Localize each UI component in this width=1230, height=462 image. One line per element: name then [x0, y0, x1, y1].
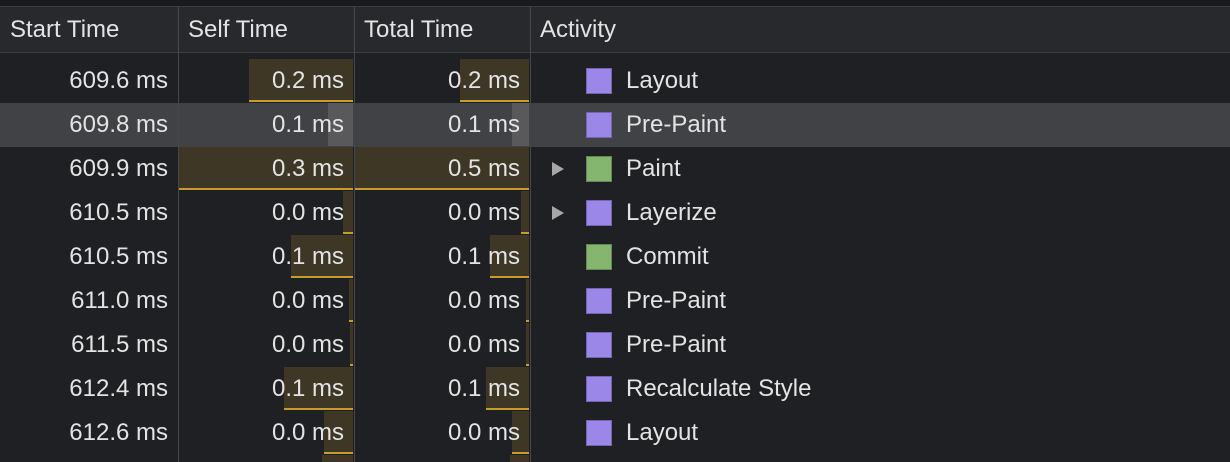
self-time-cell: 0.2 ms	[179, 59, 354, 103]
start-time-cell: 611.5 ms	[71, 331, 168, 358]
column-header-total-time[interactable]: Total Time	[354, 7, 530, 52]
self-time-cell: 0.0 ms	[179, 323, 354, 367]
self-time-value: 0.0 ms	[271, 287, 344, 314]
expand-arrow-icon[interactable]	[552, 206, 564, 220]
total-time-value: 0.1 ms	[447, 111, 520, 138]
total-time-cell: 0.1 ms	[355, 235, 530, 279]
total-time-value: 0.1 ms	[447, 243, 520, 270]
total-time-cell: 0.5 ms	[355, 147, 530, 191]
table-row[interactable]: 609.6 ms 0.2 ms 0.2 ms Layout	[0, 59, 1230, 103]
activity-name: Commit	[626, 243, 709, 270]
self-time-cell: 0.0 ms	[179, 191, 354, 235]
activity-name: Layerize	[626, 199, 717, 226]
start-time-cell: 611.0 ms	[71, 287, 168, 314]
self-time-value: 0.2 ms	[271, 67, 344, 94]
self-time-value: 0.1 ms	[271, 375, 344, 402]
total-time-cell: 0.0 ms	[355, 279, 530, 323]
self-time-cell: 0.3 ms	[179, 147, 354, 191]
self-time-value: 0.3 ms	[271, 155, 344, 182]
total-time-value: 0.1 ms	[447, 375, 520, 402]
total-time-cell: 0.0 ms	[355, 191, 530, 235]
self-time-cell: 0.0 ms	[179, 411, 354, 455]
start-time-cell: 609.8 ms	[69, 111, 168, 138]
expand-arrow-icon[interactable]	[552, 162, 564, 176]
rendering-category-swatch-icon	[586, 288, 612, 314]
rendering-category-swatch-icon	[586, 420, 612, 446]
table-body: 609.6 ms 0.2 ms 0.2 ms Layout 609.8 ms 0.1 ms…	[0, 59, 1230, 455]
total-time-value: 0.0 ms	[447, 419, 520, 446]
start-time-cell: 609.6 ms	[69, 67, 168, 94]
column-divider[interactable]	[178, 7, 179, 462]
start-time-cell: 610.5 ms	[69, 199, 168, 226]
activity-name: Pre-Paint	[626, 287, 727, 314]
bottom-up-table: Start Time Self Time Total Time Activity…	[0, 0, 1230, 462]
self-time-cell: 0.0 ms	[179, 279, 354, 323]
total-time-cell: 0.2 ms	[355, 59, 530, 103]
self-time-value: 0.0 ms	[271, 199, 344, 226]
total-time-value: 0.0 ms	[447, 287, 520, 314]
total-time-cell: 0.1 ms	[355, 103, 530, 147]
column-header-activity[interactable]: Activity	[530, 7, 1230, 52]
rendering-category-swatch-icon	[586, 376, 612, 402]
total-time-value: 0.5 ms	[447, 155, 520, 182]
table-row[interactable]: 610.5 ms 0.1 ms 0.1 ms Commit	[0, 235, 1230, 279]
column-divider[interactable]	[530, 7, 531, 462]
rendering-category-swatch-icon	[586, 332, 612, 358]
painting-category-swatch-icon	[586, 156, 612, 182]
self-time-value: 0.1 ms	[271, 243, 344, 270]
total-time-cell: 0.1 ms	[355, 367, 530, 411]
total-time-cell: 0.0 ms	[355, 323, 530, 367]
start-time-cell: 612.4 ms	[69, 375, 168, 402]
column-divider[interactable]	[354, 7, 355, 462]
total-time-value: 0.2 ms	[447, 67, 520, 94]
rendering-category-swatch-icon	[586, 200, 612, 226]
activity-name: Pre-Paint	[626, 111, 727, 138]
rendering-category-swatch-icon	[586, 68, 612, 94]
table-row[interactable]: 609.9 ms 0.3 ms 0.5 ms Paint	[0, 147, 1230, 191]
self-time-cell: 0.1 ms	[179, 235, 354, 279]
panel-top-border	[0, 0, 1230, 7]
activity-name: Paint	[626, 155, 681, 182]
self-time-bar-partial	[322, 455, 353, 462]
table-row[interactable]: 612.6 ms 0.0 ms 0.0 ms Layout	[0, 411, 1230, 455]
table-row[interactable]: 610.5 ms 0.0 ms 0.0 ms Layerize	[0, 191, 1230, 235]
column-header-start-time[interactable]: Start Time	[0, 7, 178, 52]
activity-name: Layout	[626, 67, 699, 94]
start-time-cell: 609.9 ms	[69, 155, 168, 182]
activity-name: Layout	[626, 419, 699, 446]
total-time-bar-partial	[510, 455, 529, 462]
self-time-value: 0.0 ms	[271, 331, 344, 358]
self-time-cell: 0.1 ms	[179, 367, 354, 411]
self-time-value: 0.1 ms	[271, 111, 344, 138]
total-time-value: 0.0 ms	[447, 199, 520, 226]
activity-name: Recalculate Style	[626, 375, 812, 402]
start-time-cell: 610.5 ms	[69, 243, 168, 270]
total-time-value: 0.0 ms	[447, 331, 520, 358]
self-time-cell: 0.1 ms	[179, 103, 354, 147]
table-row[interactable]: 612.4 ms 0.1 ms 0.1 ms Recalculate Style	[0, 367, 1230, 411]
total-time-cell: 0.0 ms	[355, 411, 530, 455]
table-header: Start Time Self Time Total Time Activity	[0, 7, 1230, 53]
table-row[interactable]: 609.8 ms 0.1 ms 0.1 ms Pre-Paint	[0, 103, 1230, 147]
rendering-category-swatch-icon	[586, 112, 612, 138]
table-row[interactable]: 611.5 ms 0.0 ms 0.0 ms Pre-Paint	[0, 323, 1230, 367]
column-header-self-time[interactable]: Self Time	[178, 7, 354, 52]
activity-name: Pre-Paint	[626, 331, 727, 358]
start-time-cell: 612.6 ms	[69, 419, 168, 446]
self-time-value: 0.0 ms	[271, 419, 344, 446]
table-row[interactable]: 611.0 ms 0.0 ms 0.0 ms Pre-Paint	[0, 279, 1230, 323]
painting-category-swatch-icon	[586, 244, 612, 270]
